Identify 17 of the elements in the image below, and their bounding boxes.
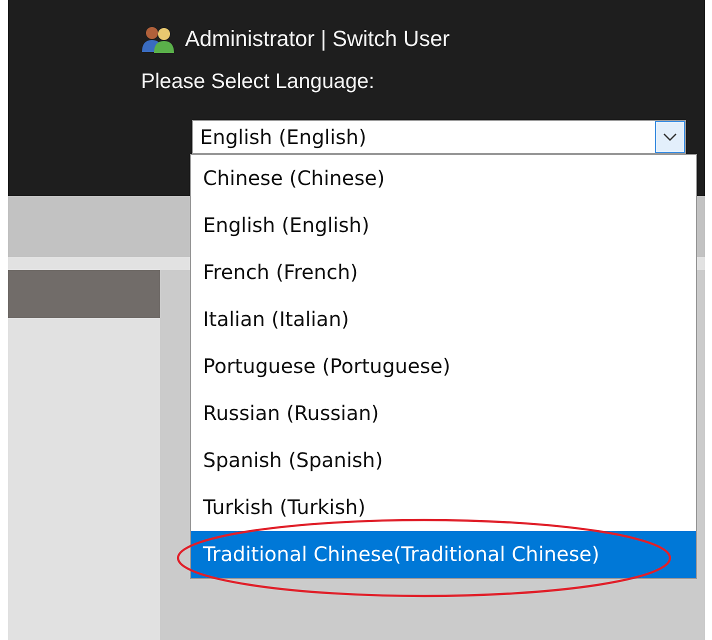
language-option[interactable]: Italian (Italian) [191,296,696,343]
language-option[interactable]: Turkish (Turkish) [191,484,696,531]
separator: | [320,26,326,52]
language-option[interactable]: Russian (Russian) [191,390,696,437]
language-select[interactable]: English (English) [192,120,686,154]
language-option[interactable]: Spanish (Spanish) [191,437,696,484]
language-option[interactable]: English (English) [191,202,696,249]
language-option[interactable]: Chinese (Chinese) [191,155,696,202]
users-icon [141,24,175,54]
language-option[interactable]: Traditional Chinese(Traditional Chinese) [191,531,696,578]
switch-user-link[interactable]: Switch User [332,26,450,52]
language-option[interactable]: French (French) [191,249,696,296]
language-option[interactable]: Portuguese (Portuguese) [191,343,696,390]
user-name: Administrator [185,26,315,52]
language-prompt: Please Select Language: [141,70,376,94]
dropdown-button[interactable] [655,121,685,153]
chevron-down-icon [663,133,677,141]
